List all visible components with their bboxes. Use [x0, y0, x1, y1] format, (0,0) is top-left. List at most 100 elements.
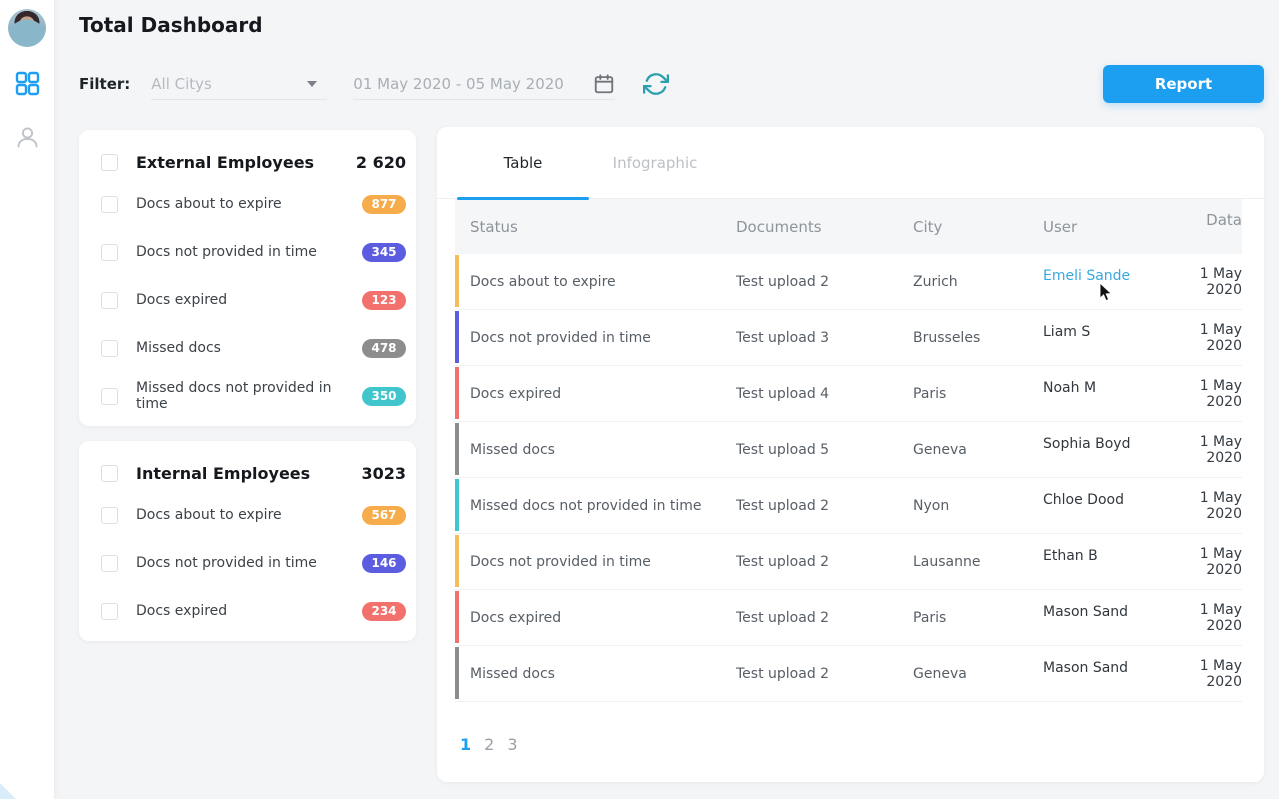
cell-date: 1 May 2020 — [1197, 322, 1242, 354]
count-badge: 350 — [362, 387, 406, 406]
count-badge: 877 — [362, 195, 406, 214]
cell-user: Mason Sand — [1043, 590, 1197, 620]
table-row: Docs about to expire Test upload 2 Zuric… — [455, 254, 1242, 310]
city-filter-value: All Citys — [151, 75, 212, 93]
checkbox[interactable] — [101, 388, 118, 405]
item-label: Docs not provided in time — [136, 244, 362, 260]
item-label: Docs not provided in time — [136, 555, 362, 571]
cell-document: Test upload 3 — [736, 330, 913, 346]
list-item: Docs expired 234 — [101, 587, 406, 635]
checkbox[interactable] — [101, 244, 118, 261]
table-panel: Table Infographic Status Documents City … — [437, 127, 1264, 782]
cell-city: Paris — [913, 386, 1043, 402]
cell-document: Test upload 2 — [736, 274, 913, 290]
user-link[interactable]: Emeli Sande — [1043, 254, 1197, 284]
date-range-input[interactable]: 01 May 2020 - 05 May 2020 — [353, 68, 615, 100]
count-badge: 567 — [362, 506, 406, 525]
status-accent-bar — [455, 479, 459, 531]
sidebar — [0, 0, 55, 799]
cell-user: Sophia Boyd — [1043, 422, 1197, 452]
item-label: Docs expired — [136, 603, 362, 619]
item-label: Missed docs not provided in time — [136, 380, 362, 412]
cell-user: Mason Sand — [1043, 646, 1197, 676]
table-header: Status Documents City User Data — [455, 199, 1242, 254]
cell-status: Missed docs — [455, 666, 736, 682]
refresh-button[interactable] — [643, 71, 669, 97]
page-button-2[interactable]: 2 — [484, 735, 494, 754]
cell-user: Noah M — [1043, 366, 1197, 396]
col-user: User — [1043, 218, 1197, 236]
cell-city: Nyon — [913, 498, 1043, 514]
cell-date: 1 May 2020 — [1197, 546, 1242, 578]
count-badge: 234 — [362, 602, 406, 621]
cell-date: 1 May 2020 — [1197, 602, 1242, 634]
checkbox[interactable] — [101, 154, 118, 171]
cell-city: Paris — [913, 610, 1043, 626]
status-accent-bar — [455, 423, 459, 475]
dashboard-grid-icon[interactable] — [14, 70, 41, 97]
report-button[interactable]: Report — [1103, 65, 1264, 103]
page-button-3[interactable]: 3 — [507, 735, 517, 754]
page-title: Total Dashboard — [79, 13, 263, 37]
cell-document: Test upload 4 — [736, 386, 913, 402]
checkbox[interactable] — [101, 465, 118, 482]
cell-status: Missed docs — [455, 442, 736, 458]
user-avatar[interactable] — [8, 9, 46, 47]
cell-document: Test upload 2 — [736, 498, 913, 514]
chevron-down-icon — [307, 81, 317, 87]
table-row: Missed docs Test upload 2 Geneva Mason S… — [455, 646, 1242, 702]
list-item: Docs about to expire 877 — [101, 180, 406, 228]
list-item: Docs expired 123 — [101, 276, 406, 324]
filter-label: Filter: — [79, 75, 130, 93]
cell-status: Docs expired — [455, 386, 736, 402]
cell-document: Test upload 2 — [736, 666, 913, 682]
checkbox[interactable] — [101, 555, 118, 572]
status-accent-bar — [455, 255, 459, 307]
status-accent-bar — [455, 367, 459, 419]
cell-city: Zurich — [913, 274, 1043, 290]
status-accent-bar — [455, 535, 459, 587]
table-row: Missed docs Test upload 5 Geneva Sophia … — [455, 422, 1242, 478]
checkbox[interactable] — [101, 196, 118, 213]
cell-document: Test upload 2 — [736, 554, 913, 570]
card-total: 3023 — [361, 464, 406, 483]
col-data: Data — [1197, 199, 1242, 229]
calendar-icon — [593, 73, 615, 95]
cell-user: Ethan B — [1043, 534, 1197, 564]
item-label: Docs about to expire — [136, 196, 362, 212]
col-city: City — [913, 218, 1043, 236]
status-accent-bar — [455, 647, 459, 699]
tab-infographic[interactable]: Infographic — [589, 127, 721, 198]
list-item: Docs not provided in time 146 — [101, 539, 406, 587]
table-row: Docs not provided in time Test upload 2 … — [455, 534, 1242, 590]
users-icon[interactable] — [14, 124, 41, 151]
cell-status: Docs not provided in time — [455, 330, 736, 346]
table-row: Docs expired Test upload 2 Paris Mason S… — [455, 590, 1242, 646]
summary-card-internal: Internal Employees 3023 Docs about to ex… — [79, 441, 416, 641]
cell-status: Docs about to expire — [455, 274, 736, 290]
summary-card-external: External Employees 2 620 Docs about to e… — [79, 130, 416, 426]
cell-city: Brusseles — [913, 330, 1043, 346]
cell-status: Docs expired — [455, 610, 736, 626]
refresh-icon — [643, 71, 669, 97]
page-button-1[interactable]: 1 — [460, 735, 471, 754]
tab-table[interactable]: Table — [457, 127, 589, 198]
cell-city: Lausanne — [913, 554, 1043, 570]
checkbox[interactable] — [101, 340, 118, 357]
checkbox[interactable] — [101, 292, 118, 309]
cell-user: Chloe Dood — [1043, 478, 1197, 508]
card-total: 2 620 — [356, 153, 406, 172]
active-tab-underline — [457, 197, 589, 200]
cell-status: Docs not provided in time — [455, 554, 736, 570]
count-badge: 123 — [362, 291, 406, 310]
table-row: Docs not provided in time Test upload 3 … — [455, 310, 1242, 366]
filter-bar: Filter: All Citys 01 May 2020 - 05 May 2… — [79, 62, 1264, 106]
cell-date: 1 May 2020 — [1197, 658, 1242, 690]
checkbox[interactable] — [101, 603, 118, 620]
cell-status: Missed docs not provided in time — [455, 498, 736, 514]
city-filter-select[interactable]: All Citys — [151, 68, 327, 100]
list-item: Missed docs 478 — [101, 324, 406, 372]
cell-document: Test upload 5 — [736, 442, 913, 458]
checkbox[interactable] — [101, 507, 118, 524]
corner-decoration — [0, 783, 16, 799]
